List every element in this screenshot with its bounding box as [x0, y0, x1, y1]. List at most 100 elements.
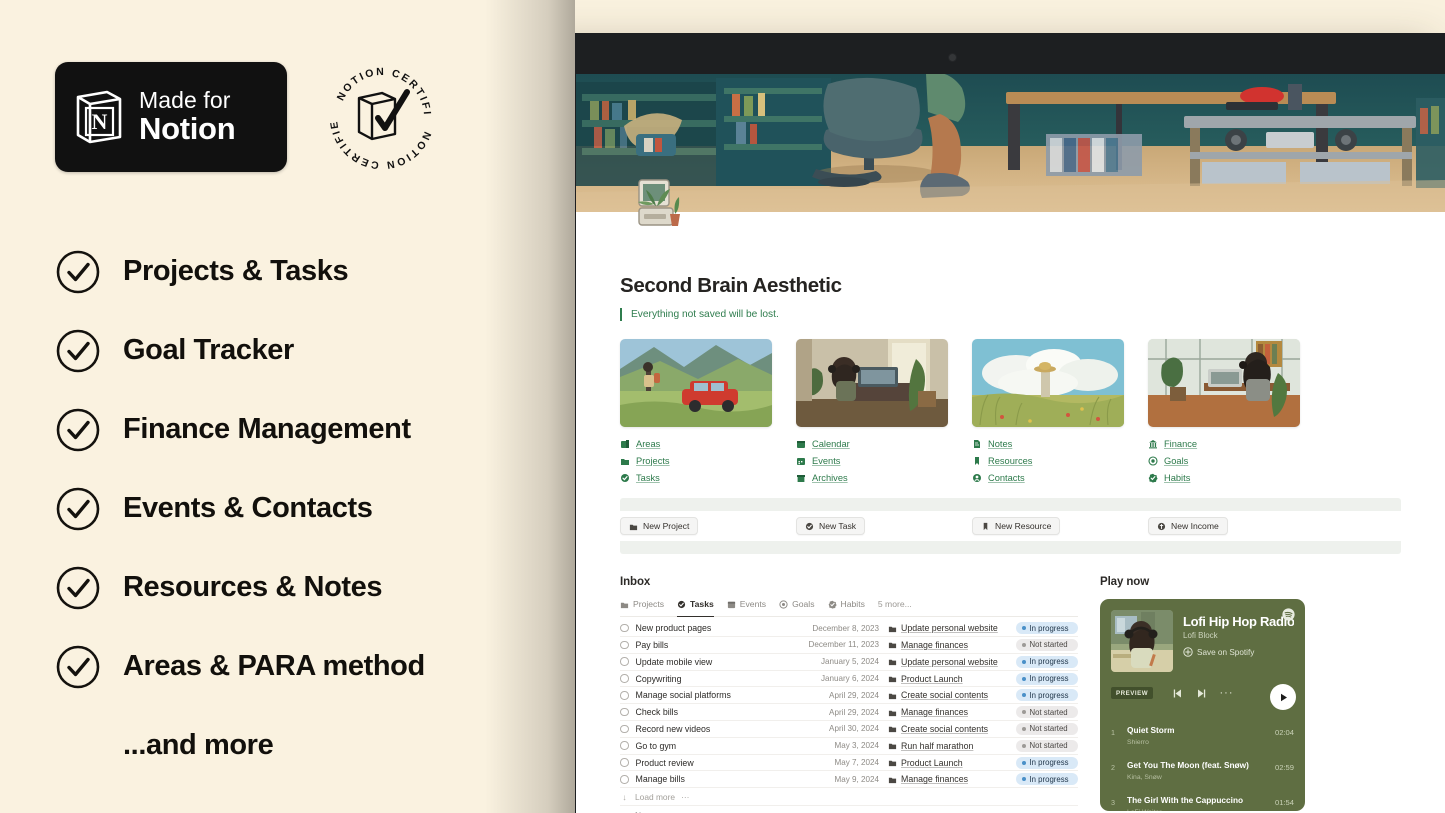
more-options-icon[interactable]: ··· — [1220, 687, 1234, 699]
table-row[interactable]: Product review May 7, 2024 Product Launc… — [620, 755, 1078, 772]
link-tasks[interactable]: Tasks — [620, 469, 772, 486]
tab-habits[interactable]: Habits — [828, 599, 865, 612]
table-row[interactable]: New product pages December 8, 2023 Updat… — [620, 620, 1078, 638]
link-habits[interactable]: Habits — [1148, 469, 1300, 486]
link-notes[interactable]: Notes — [972, 435, 1124, 452]
task-project[interactable]: Update personal website — [888, 623, 1016, 633]
task-project[interactable]: Create social contents — [888, 690, 1016, 700]
task-checkbox[interactable] — [620, 758, 629, 767]
new-income-button[interactable]: New Income — [1148, 517, 1228, 536]
task-checkbox[interactable] — [620, 741, 629, 750]
folder-icon — [888, 693, 897, 699]
tab-more[interactable]: 5 more... — [878, 599, 912, 612]
task-project[interactable]: Manage finances — [888, 707, 1016, 717]
task-date: January 5, 2024 — [820, 657, 879, 667]
check-circle-icon — [56, 487, 100, 530]
task-checkbox[interactable] — [620, 775, 629, 784]
table-row[interactable]: Manage social platforms April 29, 2024 C… — [620, 687, 1078, 705]
task-project[interactable]: Update personal website — [888, 657, 1016, 667]
transport-controls: ··· — [1172, 687, 1234, 699]
target-icon — [1148, 456, 1158, 466]
band-strip-top — [620, 498, 1401, 511]
task-project[interactable]: Manage finances — [888, 640, 1016, 650]
list-item[interactable]: 3 The Girl With the Cappuccino LoFi Wait… — [1100, 785, 1305, 812]
task-checkbox[interactable] — [620, 640, 629, 650]
arrow-down-icon: ↓ — [622, 791, 627, 802]
list-item[interactable]: 2 Get You The Moon (feat. Snøw) Kina, Sn… — [1100, 750, 1305, 785]
feature-more: ...and more — [55, 706, 525, 785]
track-number: 1 — [1111, 728, 1115, 738]
new-row-button[interactable]: + New — [620, 806, 1078, 813]
link-events[interactable]: Events — [796, 452, 948, 469]
table-row[interactable]: Copywriting January 6, 2024 Product Laun… — [620, 671, 1078, 688]
load-more-button[interactable]: ↓ Load more ··· — [620, 788, 1078, 807]
svg-text:N: N — [92, 109, 108, 134]
task-date: April 29, 2024 — [829, 707, 879, 717]
task-checkbox[interactable] — [620, 707, 629, 717]
link-goals[interactable]: Goals — [1148, 452, 1300, 469]
folder-icon — [888, 659, 897, 666]
status-badge: In progress — [1016, 655, 1078, 668]
task-project[interactable]: Manage finances — [888, 774, 1016, 784]
table-row[interactable]: Manage bills May 9, 2024 Manage finances… — [620, 771, 1078, 789]
task-checkbox[interactable] — [620, 674, 629, 683]
play-button[interactable] — [1270, 684, 1296, 711]
folder-icon — [888, 760, 897, 767]
feature-item: Projects & Tasks — [55, 232, 525, 311]
spotify-header: Lofi Hip Hop Radio 20 Lofi Block Save on… — [1100, 599, 1305, 673]
task-project[interactable]: Product Launch — [888, 674, 1016, 684]
task-checkbox[interactable] — [620, 623, 629, 633]
ellipsis-icon[interactable]: ··· — [681, 792, 689, 802]
link-contacts[interactable]: Contacts — [972, 469, 1124, 486]
link-areas[interactable]: Areas — [620, 435, 772, 452]
link-resources[interactable]: Resources — [972, 452, 1124, 469]
new-task-button[interactable]: New Task — [796, 517, 866, 536]
folder-icon — [629, 524, 638, 530]
link-archives[interactable]: Archives — [796, 469, 948, 486]
made-badge-line2: Notion — [139, 110, 236, 146]
check-circle-icon — [56, 566, 100, 609]
card-links: Areas Projects Tasks — [620, 435, 772, 486]
previous-track-icon[interactable] — [1172, 688, 1183, 699]
feature-list: Projects & Tasks Goal Tracker Finance Ma… — [55, 232, 525, 785]
play-icon — [1280, 693, 1287, 701]
status-badge: Not started — [1016, 739, 1078, 752]
save-on-spotify-button[interactable]: Save on Spotify — [1183, 647, 1294, 657]
spotify-player[interactable]: Lofi Hip Hop Radio 20 Lofi Block Save on… — [1100, 599, 1305, 812]
card-links: Notes Resources Contacts — [972, 435, 1124, 486]
tablet-screen: Second Brain Aesthetic Everything not sa… — [576, 74, 1445, 813]
folder-icon — [888, 643, 897, 649]
task-checkbox[interactable] — [620, 691, 629, 700]
next-track-icon[interactable] — [1196, 688, 1207, 699]
task-date: May 7, 2024 — [834, 758, 879, 768]
action-buttons: New Project New Task New Resource New In… — [620, 511, 1401, 542]
list-item[interactable]: 1 Quiet Storm Shierro 02:04 — [1100, 715, 1305, 750]
new-project-button[interactable]: New Project — [620, 517, 699, 536]
link-projects[interactable]: Projects — [620, 452, 772, 469]
task-project[interactable]: Create social contents — [888, 724, 1016, 734]
task-checkbox[interactable] — [620, 724, 629, 734]
folder-icon — [888, 743, 897, 750]
tab-projects[interactable]: Projects — [620, 599, 664, 612]
new-resource-button[interactable]: New Resource — [972, 517, 1061, 536]
table-row[interactable]: Pay bills December 11, 2023 Manage finan… — [620, 637, 1078, 654]
tab-goals[interactable]: Goals — [779, 599, 815, 612]
page-body: Second Brain Aesthetic Everything not sa… — [576, 274, 1445, 813]
task-project[interactable]: Run half marathon — [888, 741, 1016, 751]
tab-tasks[interactable]: Tasks — [677, 599, 714, 618]
calendar-icon — [727, 601, 735, 608]
task-project[interactable]: Product Launch — [888, 758, 1016, 768]
link-calendar[interactable]: Calendar — [796, 435, 948, 452]
table-row[interactable]: Record new videos April 30, 2024 Create … — [620, 721, 1078, 738]
tab-events[interactable]: Events — [727, 599, 766, 612]
link-finance[interactable]: Finance — [1148, 435, 1300, 452]
table-row[interactable]: Update mobile view January 5, 2024 Updat… — [620, 654, 1078, 671]
check-circle-icon — [56, 250, 100, 293]
page-quote: Everything not saved will be lost. — [620, 308, 1401, 322]
made-badge-line1: Made for — [139, 87, 231, 114]
status-badge: In progress — [1016, 622, 1078, 635]
table-row[interactable]: Check bills April 29, 2024 Manage financ… — [620, 704, 1078, 722]
table-row[interactable]: Go to gym May 3, 2024 Run half marathon … — [620, 738, 1078, 755]
task-checkbox[interactable] — [620, 657, 629, 666]
status-badge: Not started — [1016, 638, 1078, 651]
